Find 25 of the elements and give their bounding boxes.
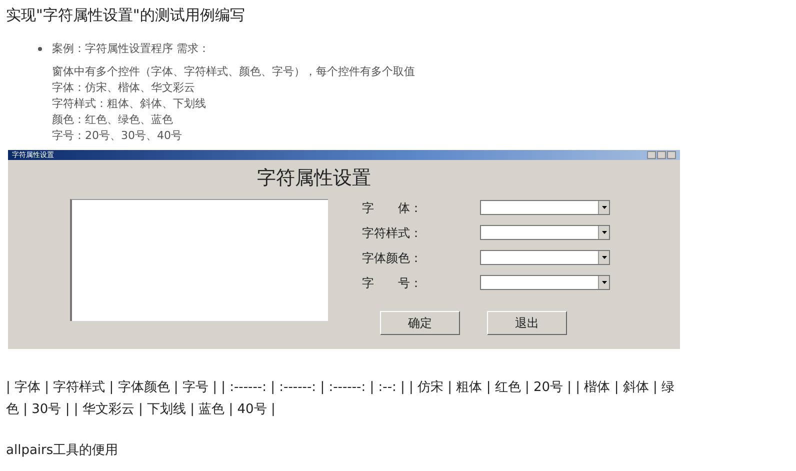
- caret-icon: [602, 281, 606, 284]
- dialog-heading: 字符属性设置: [256, 166, 372, 191]
- field-label: 字 体：: [361, 200, 423, 216]
- dropdown-field[interactable]: [480, 275, 610, 290]
- field-label: 字体颜色：: [361, 250, 423, 266]
- requirement-line: 字号：20号、30号、40号: [52, 128, 183, 144]
- field-label: 字符样式：: [361, 224, 423, 242]
- requirement-line: 颜色：红色、绿色、蓝色: [52, 112, 174, 128]
- markdown-table-text: | 字体 | 字符样式 | 字体颜色 | 字号 | | :------: | :------: | :------: | :--: | | 仿宋 | 粗体 | 红色 | 20号 | | 楷体 | 斜体 | 绿色 | 30号 | | 华文彩云 | 下划线 | 蓝色 | 40号 |: [6, 379, 676, 419]
- caret-icon: [602, 256, 606, 259]
- field-label: 字 号：: [361, 274, 423, 292]
- dropdown-field[interactable]: [480, 225, 610, 240]
- dialog-button[interactable]: 确定: [380, 310, 460, 334]
- requirement-line: 字符样式：粗体、斜体、下划线: [52, 96, 207, 112]
- caret-icon: [602, 206, 606, 209]
- bullet-icon: [38, 46, 42, 51]
- dialog-button[interactable]: 退出: [487, 310, 567, 334]
- caret-icon: [602, 231, 606, 234]
- section-heading: allpairs工具的便用: [6, 442, 120, 460]
- dropdown-field[interactable]: [480, 250, 610, 265]
- requirement-line: 字体：仿宋、楷体、华文彩云: [52, 80, 196, 96]
- page-title: 实现"字符属性设置"的测试用例编写: [6, 5, 246, 26]
- case-text: 案例：字符属性设置程序 需求：: [52, 40, 210, 56]
- requirement-line: 窗体中有多个控件（字体、字符样式、颜色、字号），每个控件有多个取值: [52, 64, 416, 80]
- dropdown-field[interactable]: [480, 200, 610, 215]
